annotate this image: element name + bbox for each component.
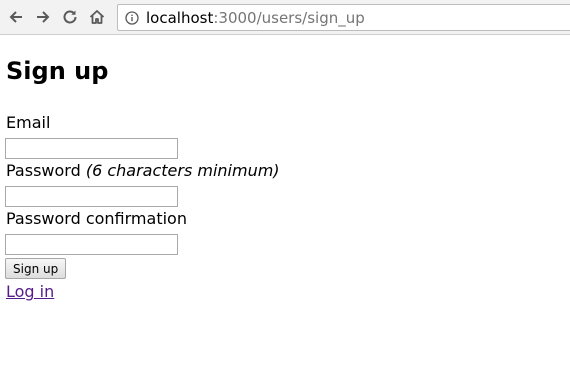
password-label: Password (6 characters minimum) [6, 161, 280, 180]
arrow-right-icon [37, 11, 50, 23]
arrow-left-icon [9, 11, 22, 23]
email-label: Email [6, 113, 51, 132]
password-field[interactable] [5, 186, 178, 207]
page-title: Sign up [6, 57, 109, 85]
password-label-text: Password [6, 161, 81, 180]
reload-icon [63, 10, 77, 24]
info-icon[interactable] [125, 10, 139, 25]
password-confirmation-field[interactable] [5, 234, 178, 255]
back-button[interactable] [6, 7, 26, 27]
log-in-link[interactable]: Log in [6, 282, 54, 301]
url-text: localhost:3000/users/sign_up [146, 9, 365, 27]
password-hint: (6 characters minimum) [85, 161, 280, 180]
home-button[interactable] [87, 7, 107, 27]
sign-up-button[interactable]: Sign up [5, 258, 67, 279]
address-bar[interactable]: localhost:3000/users/sign_up [117, 4, 570, 31]
browser-toolbar: localhost:3000/users/sign_up [0, 0, 570, 35]
password-confirmation-label: Password confirmation [6, 209, 187, 228]
email-field[interactable] [5, 138, 178, 159]
url-host: localhost [146, 8, 214, 27]
home-icon [89, 10, 105, 24]
page-content: Sign up Email Password (6 characters min… [0, 36, 570, 365]
url-path: :3000/users/sign_up [213, 8, 365, 27]
reload-button[interactable] [60, 7, 80, 27]
forward-button[interactable] [33, 7, 53, 27]
